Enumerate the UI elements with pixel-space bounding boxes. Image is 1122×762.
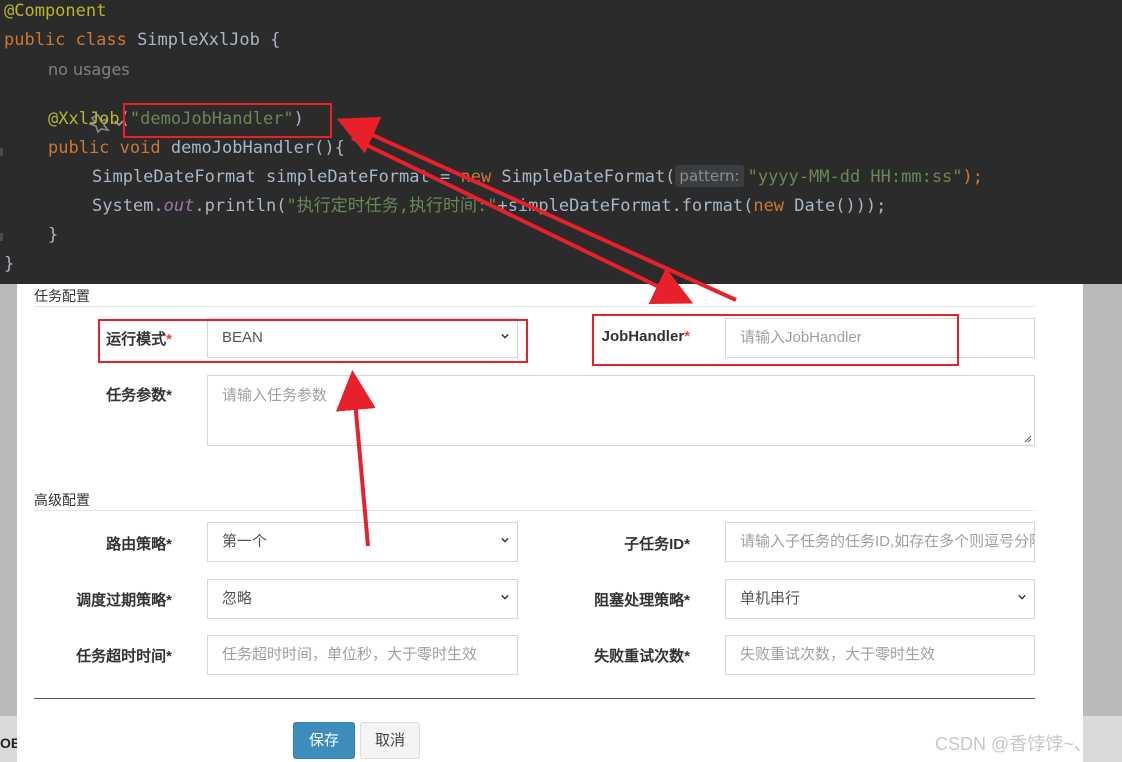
route-select[interactable]: 第一个 xyxy=(207,522,518,562)
code-line-2: public class SimpleXxlJob { xyxy=(4,30,281,50)
watermark: CSDN @香饽饽~、 xyxy=(935,734,1092,754)
chevron-down-icon xyxy=(1018,594,1026,600)
section-divider xyxy=(34,510,1035,511)
child-job-input[interactable]: 请输入子任务的任务ID,如存在多个则逗号分隔 xyxy=(725,522,1035,562)
code-line-4: @XxlJob("demoJobHandler") xyxy=(48,109,304,129)
block-strategy-label: 阻塞处理策略* xyxy=(594,592,690,609)
chevron-down-icon xyxy=(501,594,509,600)
timeout-label: 任务超时时间* xyxy=(76,648,172,665)
run-mode-select[interactable]: BEAN xyxy=(207,318,518,358)
jobhandler-label: JobHandler* xyxy=(601,328,690,345)
timeout-input[interactable]: 任务超时时间，单位秒，大于零时生效 xyxy=(207,635,518,675)
retry-count-label: 失败重试次数* xyxy=(594,648,690,665)
child-job-label: 子任务ID* xyxy=(624,536,690,553)
code-line-1: @Component xyxy=(4,1,107,21)
route-label: 路由策略* xyxy=(106,536,172,553)
code-line-9: } xyxy=(4,254,15,274)
chevron-down-icon xyxy=(501,537,509,543)
code-line-5: public void demoJobHandler(){ xyxy=(48,138,345,158)
jobhandler-input[interactable]: 请输入JobHandler xyxy=(725,318,1035,358)
run-mode-value: BEAN xyxy=(222,329,263,346)
block-strategy-select[interactable]: 单机串行 xyxy=(725,579,1035,619)
section-title-advanced: 高级配置 xyxy=(34,492,90,508)
cancel-button[interactable]: 取消 xyxy=(360,722,420,759)
misfire-select[interactable]: 忽略 xyxy=(207,579,518,619)
code-editor: @Component public class SimpleXxlJob { n… xyxy=(0,0,1122,284)
save-button[interactable]: 保存 xyxy=(293,722,355,759)
gutter-marker xyxy=(0,148,3,156)
chevron-down-icon xyxy=(501,333,509,339)
params-label: 任务参数* xyxy=(106,387,172,404)
gutter-marker xyxy=(0,233,3,241)
params-textarea[interactable]: 请输入任务参数 xyxy=(207,375,1035,446)
section-title-task: 任务配置 xyxy=(34,288,90,304)
retry-count-input[interactable]: 失败重试次数，大于零时生效 xyxy=(725,635,1035,675)
misfire-label: 调度过期策略* xyxy=(76,592,172,609)
section-divider xyxy=(34,306,1035,307)
code-line-8: } xyxy=(48,225,59,245)
run-mode-label: 运行模式* xyxy=(106,331,172,348)
code-line-6: SimpleDateFormat simpleDateFormat = new … xyxy=(92,165,984,187)
code-line-7: System.out.println("执行定时任务,执行时间:"+simple… xyxy=(92,196,887,216)
resize-handle-icon[interactable] xyxy=(1023,434,1032,443)
form-divider xyxy=(34,698,1035,699)
